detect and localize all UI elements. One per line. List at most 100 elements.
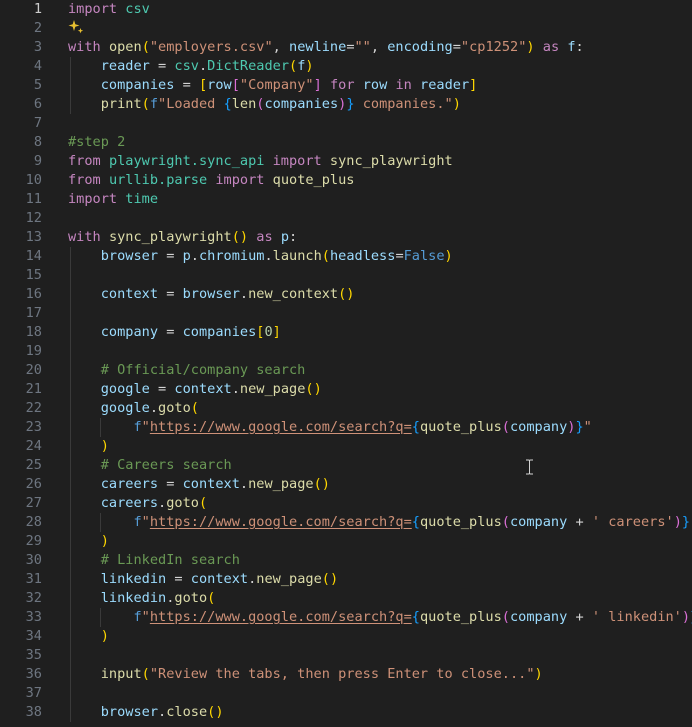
code-token: google: [100, 381, 150, 397]
line-number: 34: [25, 628, 42, 644]
code-line[interactable]: 1 import csv: [0, 0, 692, 19]
code-token: ): [100, 533, 109, 549]
code-line[interactable]: 12: [0, 209, 692, 228]
code-token: import: [272, 153, 322, 169]
line-number: 20: [25, 362, 42, 378]
code-line[interactable]: 31 linkedin = context.new_page(): [0, 570, 692, 589]
code-text: # Official/company search: [68, 361, 306, 380]
code-line[interactable]: 3 with open("employers.csv", newline="", …: [0, 38, 692, 57]
code-token: newline: [289, 39, 347, 55]
code-line[interactable]: 20 # Official/company search: [0, 361, 692, 380]
code-token: False: [403, 248, 445, 264]
code-token: ): [100, 438, 109, 454]
code-token: companies: [264, 96, 339, 112]
code-token: goto: [174, 590, 208, 606]
code-line[interactable]: 30 # LinkedIn search: [0, 551, 692, 570]
code-line[interactable]: 17: [0, 304, 692, 323]
code-line[interactable]: 23 f"https://www.google.com/search?q={qu…: [0, 418, 692, 437]
code-token: =: [158, 248, 183, 264]
line-number: 17: [25, 305, 42, 321]
line-number: 8: [33, 134, 42, 150]
code-line[interactable]: 37: [0, 684, 692, 703]
code-line[interactable]: 22 google.goto(: [0, 399, 692, 418]
line-number: 14: [25, 248, 42, 264]
code-token: ": [141, 419, 150, 435]
code-line[interactable]: 11 import time: [0, 190, 692, 209]
code-token: "employers.csv": [149, 39, 273, 55]
code-line[interactable]: 36 input("Review the tabs, then press En…: [0, 665, 692, 684]
code-editor[interactable]: 1 import csv 2 3 with open("employers.csv", …: [0, 0, 692, 727]
code-token: ): [100, 628, 109, 644]
code-line[interactable]: 38 browser.close(): [0, 703, 692, 722]
code-text: reader = csv.DictReader(f): [68, 57, 314, 76]
line-number: 9: [33, 153, 42, 169]
code-line[interactable]: 24 ): [0, 437, 692, 456]
code-token: # Official/company search: [100, 362, 306, 378]
code-text: # LinkedIn search: [68, 551, 240, 570]
code-token: new_page: [256, 571, 322, 587]
code-line[interactable]: 18 company = companies[0]: [0, 323, 692, 342]
code-token: new_context: [248, 286, 339, 302]
code-text: linkedin.goto(: [68, 589, 216, 608]
code-token: =: [149, 381, 175, 397]
code-token: "cp1252": [460, 39, 527, 55]
code-text: from urllib.parse import quote_plus: [68, 171, 354, 190]
code-line[interactable]: 32 linkedin.goto(: [0, 589, 692, 608]
code-token: companies: [100, 77, 175, 93]
code-line[interactable]: 34 ): [0, 627, 692, 646]
code-token: (): [313, 476, 330, 492]
line-number: 29: [25, 533, 42, 549]
code-line[interactable]: 25 # Careers search: [0, 456, 692, 475]
line-number: 4: [33, 58, 42, 74]
code-line[interactable]: 19: [0, 342, 692, 361]
code-line[interactable]: 15: [0, 266, 692, 285]
code-line[interactable]: 29 ): [0, 532, 692, 551]
code-text: careers.goto(: [68, 494, 207, 513]
code-token: [: [231, 77, 240, 93]
code-line[interactable]: 33 f"https://www.google.com/search?q={qu…: [0, 608, 692, 627]
code-line[interactable]: 5 companies = [row["Company"] for row in…: [0, 76, 692, 95]
code-line[interactable]: 27 careers.goto(: [0, 494, 692, 513]
code-token: quote_plus: [419, 419, 502, 435]
code-token: ): [534, 666, 543, 682]
code-token: context: [190, 571, 249, 587]
code-token: time: [125, 191, 159, 207]
code-line[interactable]: 14 browser = p.chromium.launch(headless=…: [0, 247, 692, 266]
code-token: (): [338, 286, 355, 302]
code-token: f: [133, 419, 142, 435]
code-line[interactable]: 7: [0, 114, 692, 133]
code-line[interactable]: 28 f"https://www.google.com/search?q={qu…: [0, 513, 692, 532]
code-line[interactable]: 4 reader = csv.DictReader(f): [0, 57, 692, 76]
line-number: 1: [33, 1, 42, 17]
code-line[interactable]: 21 google = context.new_page(): [0, 380, 692, 399]
code-line[interactable]: 26 careers = context.new_page(): [0, 475, 692, 494]
code-line[interactable]: 6 print(f"Loaded {len(companies)} compan…: [0, 95, 692, 114]
code-token: (: [190, 400, 199, 416]
code-line[interactable]: 10 from urllib.parse import quote_plus: [0, 171, 692, 190]
code-line[interactable]: 2: [0, 19, 692, 38]
code-token: {: [223, 96, 232, 112]
code-text: f"https://www.google.com/search?q={quote…: [68, 418, 591, 437]
code-token: (: [198, 495, 208, 511]
line-number: 35: [25, 647, 42, 663]
code-line[interactable]: 13 with sync_playwright() as p:: [0, 228, 692, 247]
code-text: linkedin = context.new_page(): [68, 570, 338, 589]
code-token: p: [182, 248, 191, 264]
code-token: # LinkedIn search: [100, 552, 240, 568]
line-number: 28: [25, 514, 42, 530]
ai-sparkle-icon[interactable]: [68, 19, 84, 35]
code-token: (: [321, 248, 330, 264]
code-line[interactable]: 16 context = browser.new_context(): [0, 285, 692, 304]
code-token: print: [100, 96, 142, 112]
line-number: 2: [33, 20, 42, 36]
code-token: context: [182, 476, 240, 492]
code-line[interactable]: 35: [0, 646, 692, 665]
code-text: import time: [68, 190, 158, 209]
code-line[interactable]: 9 from playwright.sync_api import sync_pl…: [0, 152, 692, 171]
code-token: +: [567, 609, 592, 625]
code-line[interactable]: 8 #step 2: [0, 133, 692, 152]
